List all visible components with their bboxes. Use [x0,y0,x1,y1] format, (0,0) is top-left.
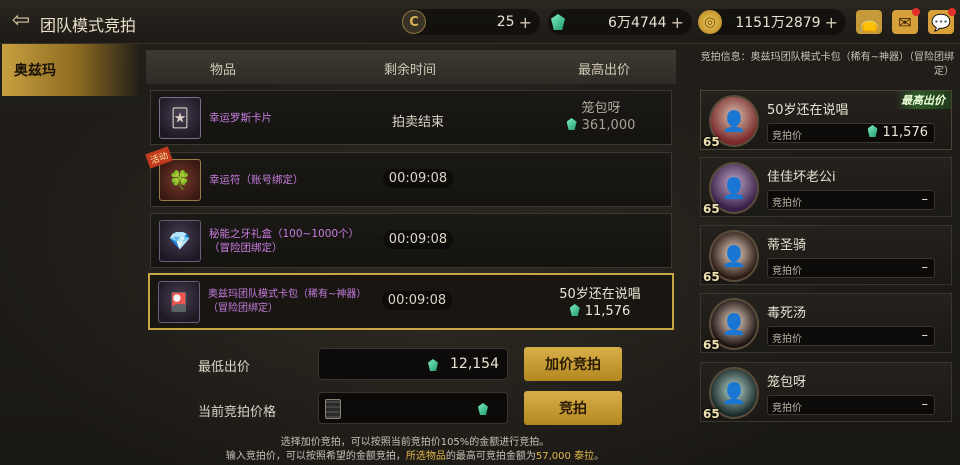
item-name: 奥兹玛团队模式卡包（稀有~神器） （冒险团绑定） [208,288,367,314]
chat-icon[interactable]: 💬 [928,8,956,34]
top-bidder: 50岁还在说唱 [559,287,641,302]
currency-coin: C 25 + [402,9,540,35]
item-time: 00:09:08 [373,230,463,249]
page-title: 团队模式竞拍 [40,16,137,35]
bidder-name: 50岁还在说唱 [767,103,849,118]
bidder-price: 竞拍价 – [767,326,935,346]
item-bid: 笼包呀 361,000 [541,97,661,133]
notification-dot [912,8,920,16]
bidder-card: 👤 65 佳佳坏老公i 竞拍价 – [700,157,952,217]
table-row[interactable]: 🍀 活动 幸运符（账号绑定） 00:09:08 [145,146,672,207]
bidder-card: 👤 65 50岁还在说唱 最高出价 竞拍价 11,576 [700,90,952,150]
raise-bid-button[interactable]: 加价竞拍 [524,347,622,381]
table-header: 物品 剩余时间 最高出价 [146,50,676,84]
item-name: 秘能之牙礼盒（100~1000个） （冒险团绑定） [209,227,360,254]
min-bid-label: 最低出价 [198,360,251,375]
bidder-card: 👤 65 毒死汤 竞拍价 – [700,293,952,353]
table-row-selected[interactable]: 🎴 奥兹玛团队模式卡包（稀有~神器） （冒险团绑定） 00:09:08 50岁还… [148,273,674,330]
bidder-price: 竞拍价 – [767,258,935,278]
bidder-card: 👤 65 笼包呀 竞拍价 – [700,362,952,422]
item-name: 幸运符（账号绑定） [209,173,304,186]
notification-dot [948,8,956,16]
currency-gem-value: 6万4744 [608,15,667,31]
level-badge: 65 [703,407,720,421]
add-coin-button[interactable]: + [519,13,532,32]
bidder-price: 竞拍价 – [767,395,935,415]
bid-info: 竞拍信息：奥兹玛团队模式卡包（稀有~神器）（冒险团绑定） [700,52,954,77]
tab-ozma-label: 奥兹玛 [14,63,56,79]
fang-box-icon: 💎 [159,220,201,262]
best-bid-badge: 最高出价 [895,91,951,109]
item-name: 幸运罗斯卡片 [209,111,272,124]
item-time: 00:09:08 [373,169,463,188]
currency-gold: ◎ 1151万2879 + [698,9,846,35]
top-bar: ⇦ 团队模式竞拍 C 25 + 6万4744 + ◎ 1151万2879 + 👝… [0,0,960,44]
bidder-name: 笼包呀 [767,375,807,390]
item-bid: 50岁还在说唱 11,576 [540,283,660,319]
green-gem-icon [566,118,577,130]
currency-coin-value: 25 [496,14,515,30]
header-time: 剩余时间 [384,63,437,78]
currency-gold-value: 1151万2879 [735,15,821,31]
header-bid: 最高出价 [578,63,631,78]
green-gem-icon [867,125,878,137]
bidder-name: 毒死汤 [767,306,807,321]
green-gem-icon [546,10,570,34]
bidder-price: 竞拍价 11,576 [767,123,935,143]
top-bidder: 笼包呀 [581,101,621,116]
bag-icon[interactable]: 👝 [856,10,882,34]
level-badge: 65 [703,202,720,216]
green-gem-icon [569,304,580,316]
bid-price: 361,000 [541,118,661,133]
item-time: 拍卖结束 [391,115,444,130]
table-row[interactable]: 💎 秘能之牙礼盒（100~1000个） （冒险团绑定） 00:09:08 [150,213,672,268]
charm-icon: 🍀 [159,159,201,201]
bidder-name: 佳佳坏老公i [767,170,836,185]
table-row[interactable]: 🃏 幸运罗斯卡片 拍卖结束 笼包呀 361,000 [150,90,672,145]
tab-ozma[interactable]: 奥兹玛 [2,44,140,96]
bidder-name: 蒂圣骑 [767,238,807,253]
green-gem-icon [478,403,488,415]
currency-gem: 6万4744 + [548,9,692,35]
back-arrow-icon[interactable]: ⇦ [8,10,34,34]
bidder-price: 竞拍价 – [767,190,935,210]
footer-note-line2: 输入竞拍价，可以按照希望的金额竞拍，所选物品的最高可竞拍金额为57,000 泰拉… [225,451,605,462]
gold-coin-icon: ◎ [698,10,722,34]
current-bid-label: 当前竞拍价格 [198,405,277,420]
header-item: 物品 [210,63,237,78]
calculator-icon[interactable] [325,399,341,419]
add-gold-button[interactable]: + [825,13,838,32]
min-bid-field: 12,154 [318,348,508,380]
level-badge: 65 [703,135,720,149]
bid-amount-input[interactable] [318,392,508,424]
bid-button[interactable]: 竞拍 [524,391,622,425]
level-badge: 65 [703,338,720,352]
bidder-card: 👤 65 蒂圣骑 竞拍价 – [700,225,952,285]
bid-price: 11,576 [540,304,660,319]
level-badge: 65 [703,270,720,284]
mail-icon[interactable]: ✉ [892,8,920,34]
add-gem-button[interactable]: + [671,13,684,32]
card-icon: 🃏 [159,97,201,139]
green-gem-icon [428,359,438,371]
card-pack-icon: 🎴 [158,281,200,323]
coin-c-icon: C [402,10,426,34]
footer-note-line1: 选择加价竞拍，可以按照当前竞拍价105%的金额进行竞拍。 [280,437,550,448]
item-time: 00:09:08 [372,291,462,310]
